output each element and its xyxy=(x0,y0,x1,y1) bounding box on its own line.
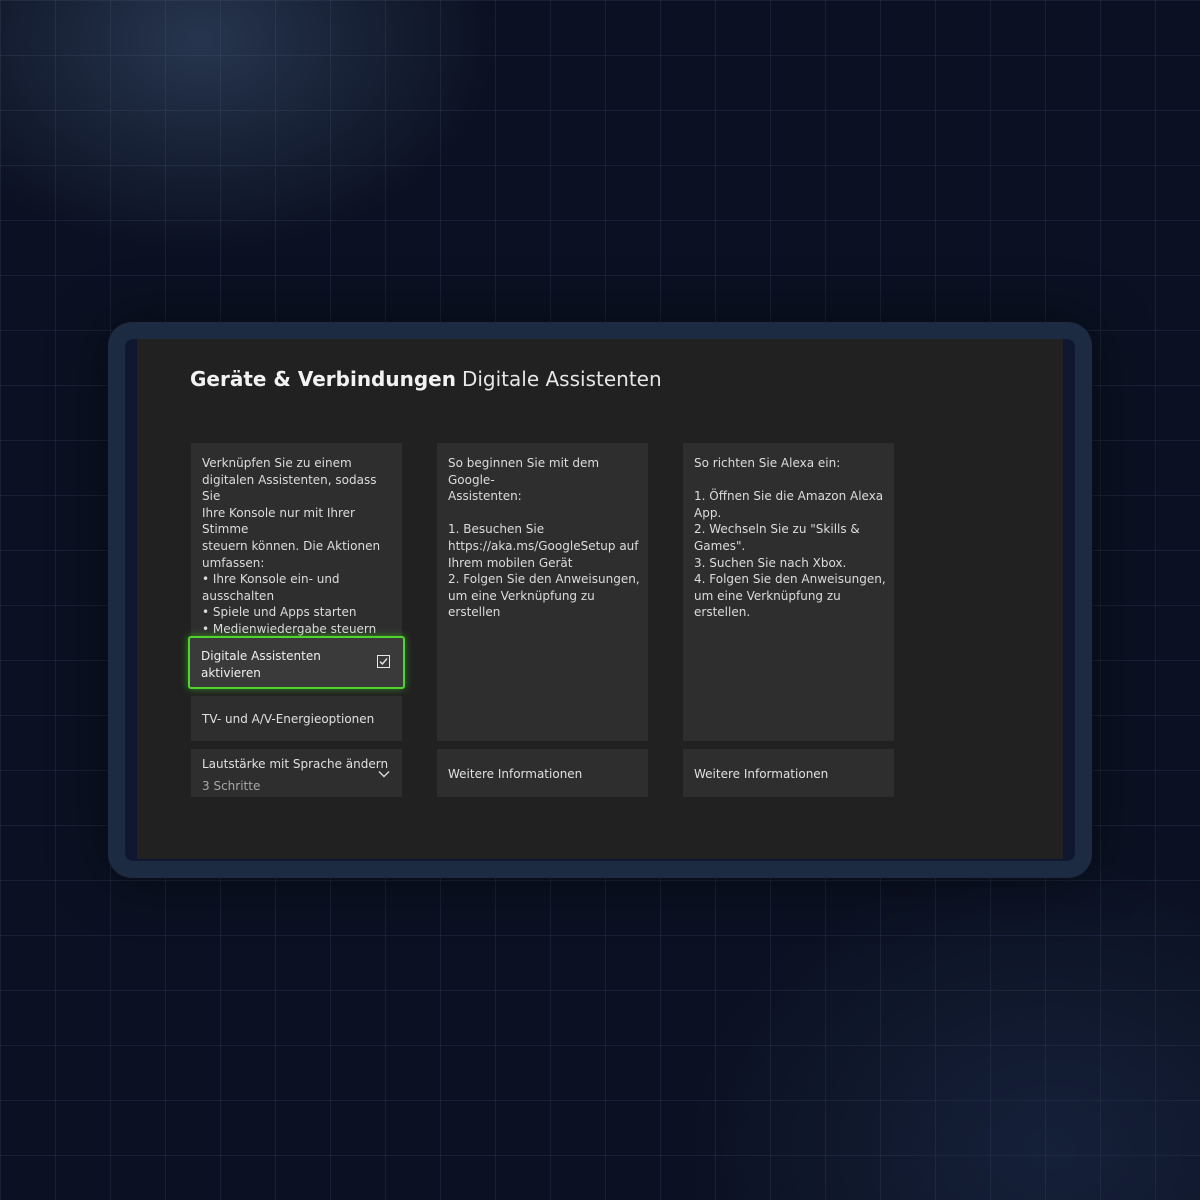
settings-screen: Geräte & Verbindungen Digitale Assistente… xyxy=(137,339,1063,859)
chevron-down-icon xyxy=(378,766,390,782)
google-more-info-button[interactable]: Weitere Informationen xyxy=(437,749,648,797)
alexa-more-info-button[interactable]: Weitere Informationen xyxy=(683,749,894,797)
voice-volume-dropdown[interactable]: Lautstärke mit Sprache ändern 3 Schritte xyxy=(191,749,402,797)
tv-device-frame: Geräte & Verbindungen Digitale Assistente… xyxy=(108,322,1092,878)
checkbox-checked-icon xyxy=(377,655,390,668)
alexa-text: So richten Sie Alexa ein: 1. Öffnen Sie … xyxy=(694,456,886,620)
tv-av-power-options-button[interactable]: TV- und A/V-Energieoptionen xyxy=(191,696,402,741)
enable-digital-assistants-toggle[interactable]: Digitale Assistenten aktivieren xyxy=(188,636,405,689)
page-title-section: Geräte & Verbindungen xyxy=(190,367,456,391)
google-more-info-label: Weitere Informationen xyxy=(448,767,583,781)
tv-bezel: Geräte & Verbindungen Digitale Assistente… xyxy=(125,339,1075,861)
voice-volume-value: 3 Schritte xyxy=(202,779,261,793)
voice-volume-label: Lautstärke mit Sprache ändern xyxy=(202,757,389,771)
enable-digital-assistants-label: Digitale Assistenten aktivieren xyxy=(201,649,321,680)
alexa-panel: So richten Sie Alexa ein: 1. Öffnen Sie … xyxy=(683,443,894,741)
assistant-intro-panel: Verknüpfen Sie zu einem digitalen Assist… xyxy=(191,443,402,653)
assistant-intro-text: Verknüpfen Sie zu einem digitalen Assist… xyxy=(202,456,381,653)
page-title: Geräte & Verbindungen Digitale Assistente… xyxy=(190,367,662,391)
tv-av-power-options-label: TV- und A/V-Energieoptionen xyxy=(202,712,375,726)
google-assistant-panel: So beginnen Sie mit dem Google- Assisten… xyxy=(437,443,648,741)
alexa-more-info-label: Weitere Informationen xyxy=(694,767,829,781)
google-assistant-text: So beginnen Sie mit dem Google- Assisten… xyxy=(448,456,640,620)
page-title-subpage: Digitale Assistenten xyxy=(461,367,662,391)
